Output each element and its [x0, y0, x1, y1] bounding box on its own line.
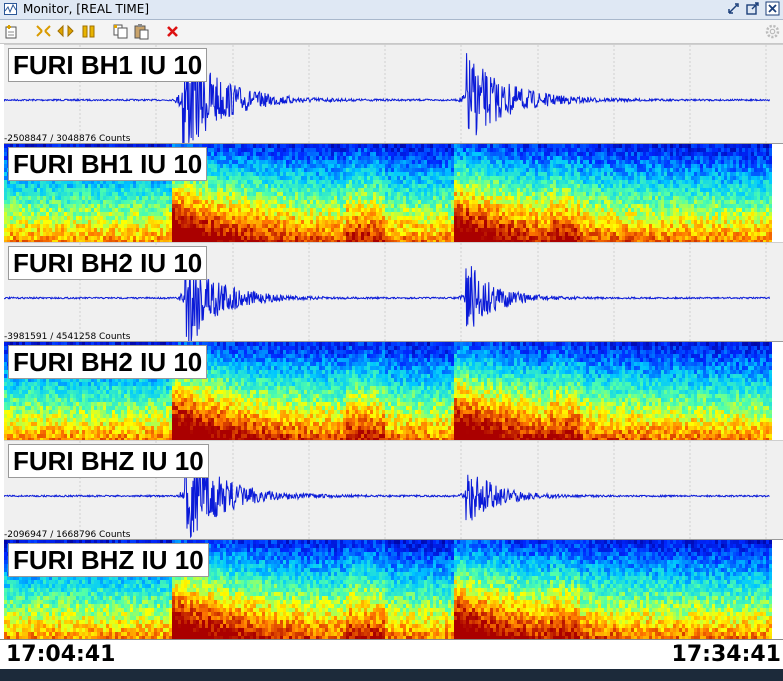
pause-icon[interactable] — [80, 23, 97, 40]
paste-icon[interactable] — [133, 23, 150, 40]
close-icon[interactable] — [164, 23, 181, 40]
app-icon — [4, 3, 17, 15]
window-titlebar: Monitor, [REAL TIME] — [0, 0, 783, 20]
close-window-icon[interactable] — [765, 1, 780, 16]
trace-panel-bhz[interactable]: FURI BHZ IU 10 -2096947 / 1668796 Counts — [4, 440, 783, 540]
trace-label-bhz: FURI BHZ IU 10 — [8, 444, 209, 478]
trace-label-bh2: FURI BH2 IU 10 — [8, 246, 208, 280]
zoom-out-icon[interactable] — [35, 23, 52, 40]
spectrogram-label-bhz: FURI BHZ IU 10 — [8, 543, 209, 577]
trace-panel-bh2[interactable]: FURI BH2 IU 10 -3981591 / 4541258 Counts — [4, 242, 783, 342]
spectrogram-panel-bh1[interactable]: FURI BH1 IU 10 — [4, 143, 783, 242]
spectrogram-label-bh2: FURI BH2 IU 10 — [8, 345, 208, 379]
scroll-icon[interactable] — [57, 23, 74, 40]
settings-gear-icon[interactable] — [764, 23, 781, 40]
trace-label-bh1: FURI BH1 IU 10 — [8, 48, 208, 82]
copy-icon[interactable] — [112, 23, 129, 40]
window-title: Monitor, [REAL TIME] — [23, 2, 150, 16]
trace-panel-bh1[interactable]: FURI BH1 IU 10 -2508847 / 3048876 Counts — [4, 44, 783, 144]
end-time: 17:34:41 — [671, 642, 781, 667]
spectrogram-panel-bh2[interactable]: FURI BH2 IU 10 — [4, 341, 783, 440]
time-axis: 17:04:41 17:34:41 — [0, 639, 783, 670]
maximize-icon[interactable] — [745, 1, 760, 16]
spectrogram-panel-bhz[interactable]: FURI BHZ IU 10 — [4, 539, 783, 639]
new-panel-icon[interactable] — [4, 23, 21, 40]
minimize-icon[interactable] — [726, 1, 741, 16]
toolbar — [0, 20, 783, 44]
start-time: 17:04:41 — [6, 642, 116, 667]
spectrogram-label-bh1: FURI BH1 IU 10 — [8, 147, 208, 181]
os-taskbar — [0, 669, 783, 681]
